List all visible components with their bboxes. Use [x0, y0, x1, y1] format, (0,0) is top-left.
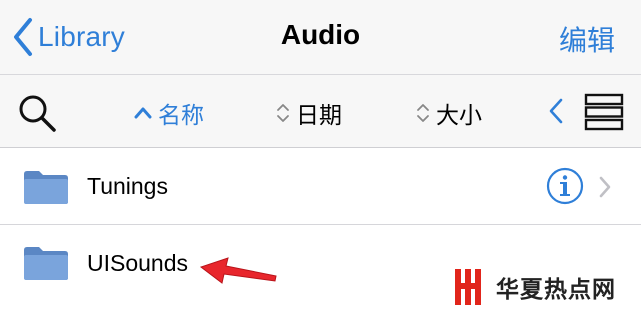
list-grid-icon: [584, 93, 624, 131]
sort-by-date-button[interactable]: 日期: [276, 96, 342, 130]
back-label: Library: [38, 21, 125, 52]
sort-by-name-button[interactable]: 名称: [134, 96, 204, 130]
view-mode-button[interactable]: [584, 93, 624, 136]
folder-name: Tunings: [87, 173, 168, 199]
list-item[interactable]: Tunings: [0, 149, 641, 225]
search-icon: [19, 95, 56, 132]
sort-updown-icon: [277, 104, 289, 122]
chevron-left-icon: [549, 98, 563, 124]
chevron-up-icon: [134, 107, 152, 119]
page-title: Audio: [280, 19, 361, 50]
folder-name: UISounds: [87, 249, 189, 276]
info-button[interactable]: [546, 167, 584, 210]
annotation-arrow-icon: [199, 257, 277, 284]
sort-toolbar: 名称 日期 大小: [0, 74, 641, 148]
back-button[interactable]: Library: [12, 16, 125, 58]
navigation-bar: Library Audio 编辑: [0, 0, 641, 74]
folder-icon: [24, 247, 68, 280]
search-button[interactable]: [17, 93, 57, 138]
sort-label-name: 名称: [158, 103, 204, 129]
sort-label-date: 日期: [296, 103, 342, 129]
watermark-logo-icon: [455, 269, 481, 305]
info-icon: [546, 167, 584, 205]
disclosure-chevron-icon: [599, 176, 611, 198]
watermark-text: 华夏热点网: [496, 277, 616, 303]
edit-button[interactable]: 编辑: [559, 19, 615, 59]
sort-by-size-button[interactable]: 大小: [416, 96, 482, 130]
collapse-button[interactable]: [548, 97, 564, 130]
sort-label-size: 大小: [436, 103, 482, 129]
sort-updown-icon: [417, 104, 429, 122]
folder-icon: [24, 170, 68, 204]
chevron-left-icon: [14, 18, 32, 56]
